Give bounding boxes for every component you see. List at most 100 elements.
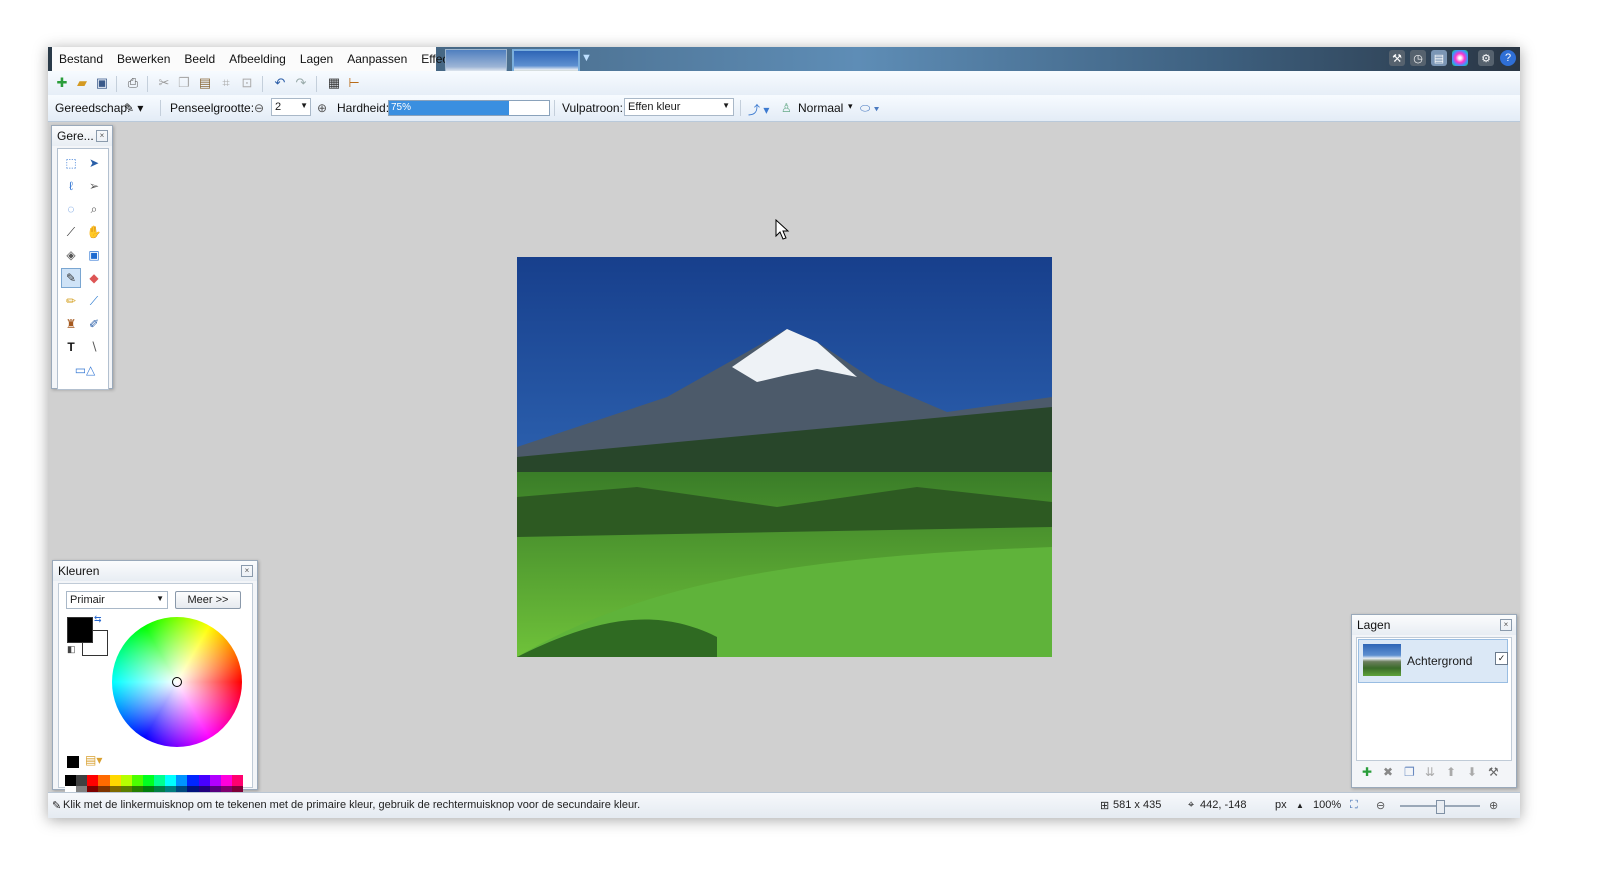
print-icon[interactable]: ⎙ (125, 75, 141, 91)
grid-icon[interactable]: ▦ (326, 75, 342, 91)
paintbrush-icon[interactable]: ✎ (61, 268, 81, 288)
tools-window-icon[interactable]: ⚒ (1389, 50, 1405, 66)
palette-swatch[interactable] (98, 775, 110, 786)
zoom-icon[interactable]: ⌕ (84, 199, 104, 219)
paint-bucket-icon[interactable]: ◈ (61, 245, 81, 265)
close-icon[interactable]: × (1500, 619, 1512, 631)
rectangle-select-icon[interactable]: ⬚ (61, 153, 81, 173)
increase-size-icon[interactable]: ⊕ (317, 101, 327, 115)
primary-color-swatch[interactable] (67, 617, 93, 643)
menu-bewerken[interactable]: Bewerken (110, 52, 177, 66)
zoom-out-icon[interactable]: ⊖ (1376, 799, 1385, 812)
menu-bestand[interactable]: Bestand (52, 52, 110, 66)
ellipse-select-icon[interactable]: ◌ (61, 199, 81, 219)
delete-layer-icon[interactable]: ✖ (1383, 765, 1393, 779)
brush-tool-icon[interactable]: ✎ ▾ (124, 101, 143, 115)
menu-lagen[interactable]: Lagen (293, 52, 340, 66)
blend-mode-icon[interactable]: ♙ (781, 101, 792, 115)
clone-stamp-icon[interactable]: ♜ (61, 314, 81, 334)
move-layer-up-icon[interactable]: ⬆ (1446, 765, 1456, 779)
layers-window-icon[interactable]: ▤ (1431, 50, 1447, 66)
menu-aanpassen[interactable]: Aanpassen (340, 52, 414, 66)
gradient-icon[interactable]: ▣ (84, 245, 104, 265)
palette-swatch[interactable] (176, 775, 188, 786)
palette-swatch[interactable] (87, 775, 99, 786)
shapes-icon[interactable]: ▭△ (72, 360, 98, 380)
lasso-select-icon[interactable]: ℓ (61, 176, 81, 196)
redo-icon[interactable]: ↷ (293, 75, 309, 91)
layer-row[interactable]: Achtergrond ✓ (1358, 639, 1508, 683)
color-wheel[interactable] (112, 617, 242, 747)
palette-swatch[interactable] (120, 775, 132, 786)
text-icon[interactable]: T (61, 337, 81, 357)
canvas-image[interactable] (517, 257, 1052, 657)
help-icon[interactable]: ? (1500, 50, 1516, 66)
brush-size-input[interactable]: 2 ▼ (271, 98, 311, 116)
palette-swatch[interactable] (220, 775, 232, 786)
tab-list-icon[interactable]: ▼ (581, 52, 592, 64)
save-icon[interactable]: ▣ (94, 75, 110, 91)
blend-mode-select[interactable]: Normaal (798, 101, 843, 115)
settings-icon[interactable]: ⚙ (1478, 50, 1494, 66)
palette-swatch[interactable] (65, 775, 77, 786)
recolor-icon[interactable]: ✐ (84, 314, 104, 334)
fill-select[interactable]: Effen kleur ▼ (624, 98, 734, 116)
close-icon[interactable]: × (241, 565, 253, 577)
swap-colors-icon[interactable]: ⇆ (94, 614, 102, 625)
zoom-slider[interactable] (1400, 800, 1480, 814)
palette-swatch[interactable] (109, 775, 121, 786)
color-picker-icon[interactable]: ⟋ (84, 291, 104, 311)
color-mode-select[interactable]: Primair ▼ (66, 591, 168, 609)
units-dropdown-icon[interactable]: ▲ (1296, 801, 1304, 810)
selection-mode-icon[interactable]: ⬭ ▾ (860, 101, 879, 116)
palette-swatch[interactable] (131, 775, 143, 786)
layer-properties-icon[interactable]: ⚒ (1488, 765, 1499, 779)
history-icon[interactable]: ◷ (1410, 50, 1426, 66)
move-layer-down-icon[interactable]: ⬇ (1467, 765, 1477, 779)
reset-colors-icon[interactable]: ◧ (67, 644, 76, 655)
palette-swatch[interactable] (231, 775, 243, 786)
move-selected-icon[interactable]: ➤ (84, 153, 104, 173)
palette-swatch[interactable] (154, 775, 166, 786)
menu-beeld[interactable]: Beeld (177, 52, 222, 66)
hardness-slider[interactable]: 75% (388, 100, 550, 116)
crop-icon[interactable]: ⌗ (218, 75, 234, 91)
zoom-in-icon[interactable]: ⊕ (1489, 799, 1498, 812)
zoom-level[interactable]: 100% (1313, 799, 1341, 811)
zoom-fit-icon[interactable]: ⛶ (1350, 799, 1358, 812)
eraser-icon[interactable]: ◆ (84, 268, 104, 288)
open-icon[interactable]: ▰ (74, 75, 90, 91)
deselect-icon[interactable]: ⊡ (239, 75, 255, 91)
duplicate-layer-icon[interactable]: ❐ (1404, 765, 1415, 779)
decrease-size-icon[interactable]: ⊖ (254, 101, 264, 115)
paste-icon[interactable]: ▤ (197, 75, 213, 91)
palette-swatch[interactable] (209, 775, 221, 786)
add-layer-icon[interactable]: ✚ (1362, 765, 1372, 779)
zoom-slider-thumb[interactable] (1436, 800, 1445, 814)
antialias-icon[interactable]: ⤴ ▾ (748, 101, 769, 118)
menu-afbeelding[interactable]: Afbeelding (222, 52, 293, 66)
move-selection-icon[interactable]: ➢ (84, 176, 104, 196)
merge-layer-icon[interactable]: ⇊ (1425, 765, 1435, 779)
magic-wand-icon[interactable]: ⟋ (61, 222, 81, 242)
blend-mode-dropdown-icon[interactable]: ▾ (848, 101, 853, 112)
cut-icon[interactable]: ✂ (156, 75, 172, 91)
palette-menu-icon[interactable]: ▤▾ (85, 753, 102, 767)
copy-icon[interactable]: ❐ (176, 75, 192, 91)
palette-swatch[interactable] (187, 775, 199, 786)
units-select[interactable]: px (1275, 799, 1287, 811)
close-icon[interactable]: × (96, 130, 108, 142)
more-colors-button[interactable]: Meer >> (175, 591, 241, 609)
undo-icon[interactable]: ↶ (272, 75, 288, 91)
palette-swatch[interactable] (142, 775, 154, 786)
ruler-icon[interactable]: ⊢ (346, 75, 362, 91)
line-curve-icon[interactable]: ∖ (84, 337, 104, 357)
pan-icon[interactable]: ✋ (84, 222, 104, 242)
layer-visibility-checkbox[interactable]: ✓ (1495, 652, 1508, 665)
colors-window-icon[interactable] (1452, 50, 1468, 66)
palette-swatch[interactable] (76, 775, 88, 786)
pencil-icon[interactable]: ✏ (61, 291, 81, 311)
new-icon[interactable]: ✚ (54, 75, 70, 91)
palette-swatch[interactable] (198, 775, 210, 786)
palette-swatch[interactable] (165, 775, 177, 786)
